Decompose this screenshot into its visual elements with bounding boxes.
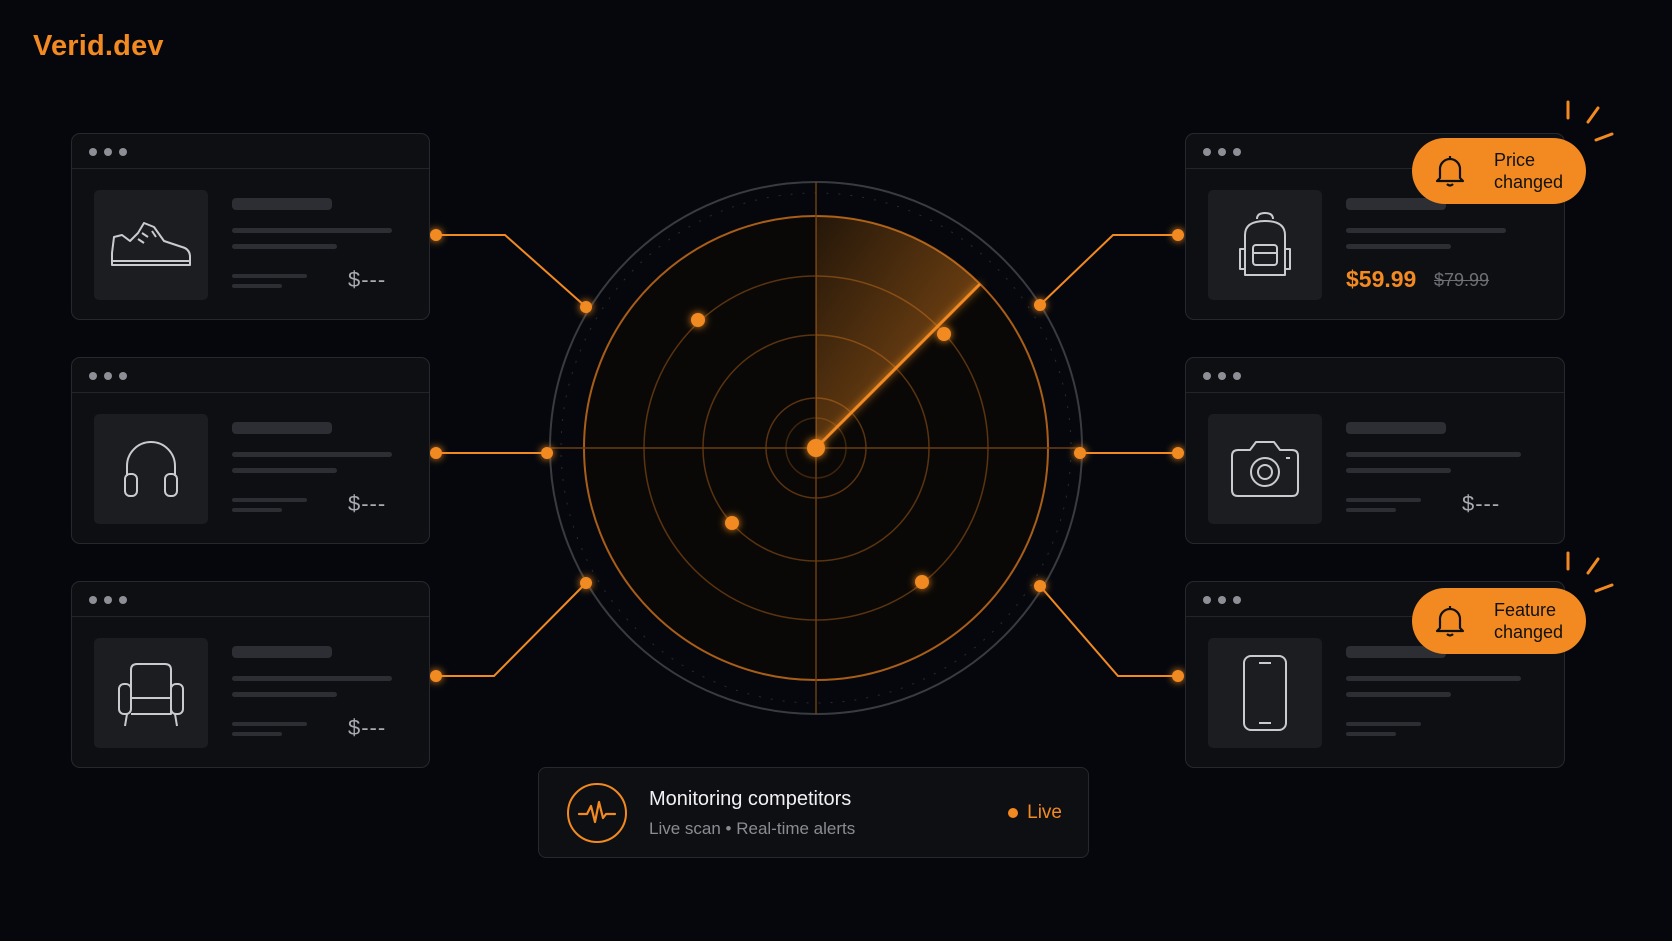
feature-changed-badge[interactable]: Feature changed	[1412, 588, 1586, 654]
radar	[549, 181, 1083, 715]
connector-right-top	[1039, 234, 1178, 306]
radar-blip	[915, 575, 929, 589]
product-card-camera[interactable]: $---	[1185, 357, 1565, 544]
badge-line2: changed	[1494, 622, 1564, 642]
price-placeholder: $---	[1462, 491, 1501, 516]
connector-left-top	[436, 234, 587, 308]
current-price: $59.99	[1346, 266, 1417, 292]
status-title: Monitoring competitors	[649, 788, 852, 810]
backpack-icon	[1208, 190, 1322, 300]
status-subtitle: Live scan • Real-time alerts	[649, 819, 856, 838]
window-titlebar	[72, 134, 429, 169]
price-placeholder: $---	[348, 715, 387, 740]
price-placeholder: $---	[348, 267, 387, 292]
radar-blip	[937, 327, 951, 341]
badge-line1: Feature	[1494, 600, 1557, 620]
window-titlebar	[72, 582, 429, 617]
product-card-sneaker[interactable]: $---	[71, 133, 430, 320]
bell-icon	[1430, 601, 1470, 641]
live-label: Live	[1027, 802, 1062, 823]
live-indicator: Live	[1008, 802, 1062, 824]
product-card-headphones[interactable]: $---	[71, 357, 430, 544]
radar-blip	[691, 313, 705, 327]
armchair-icon	[94, 638, 208, 748]
price-changed-badge[interactable]: Price changed	[1412, 138, 1586, 204]
live-dot	[1008, 808, 1019, 818]
smartphone-icon	[1208, 638, 1322, 748]
radar-blip	[725, 516, 739, 530]
headphones-icon	[94, 414, 208, 524]
radar-center	[807, 439, 825, 457]
price-placeholder: $---	[348, 491, 387, 516]
bell-icon	[1430, 151, 1470, 191]
window-titlebar	[1186, 358, 1564, 393]
connector-right-bottom	[1039, 585, 1178, 677]
badge-line1: Price	[1494, 150, 1536, 170]
badge-line2: changed	[1494, 172, 1564, 192]
window-titlebar	[72, 358, 429, 393]
heartbeat-icon	[567, 783, 627, 843]
camera-icon	[1208, 414, 1322, 524]
monitoring-status-panel[interactable]: Monitoring competitors Live scan • Real-…	[538, 767, 1089, 858]
sneaker-icon	[94, 190, 208, 300]
previous-price: $79.99	[1434, 270, 1490, 290]
product-card-armchair[interactable]: $---	[71, 581, 430, 768]
connector-left-bottom	[436, 582, 587, 677]
